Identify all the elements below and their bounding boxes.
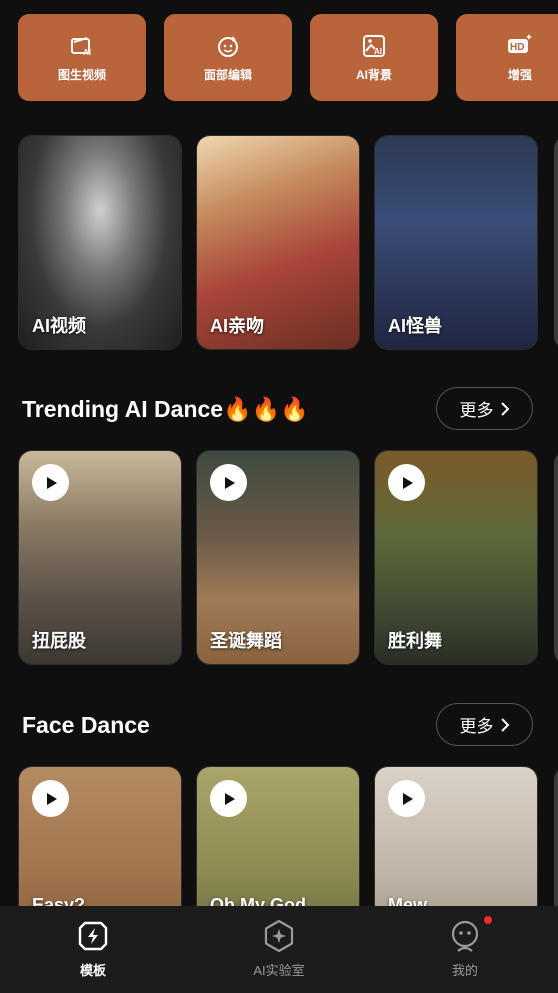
tool-strip: AI 图生视频 面部编辑 AI AI背景 HD 增强 <box>18 14 558 102</box>
nav-item-templates[interactable]: 模板 <box>0 906 186 993</box>
play-icon <box>224 792 235 805</box>
svg-text:AI: AI <box>374 47 382 56</box>
face-dance-section-title: Face Dance <box>22 712 150 738</box>
card-caption: Oh My God <box>210 895 306 906</box>
face-dance-card[interactable]: Easy? <box>18 766 182 906</box>
next-card-peek <box>554 766 558 906</box>
card-caption: 胜利舞 <box>388 631 442 651</box>
nav-label: 我的 <box>451 963 478 978</box>
card-caption: AI怪兽 <box>388 316 442 336</box>
play-button[interactable] <box>210 780 247 817</box>
play-icon <box>46 476 57 489</box>
trending-section-title: Trending AI Dance🔥🔥🔥 <box>22 396 309 422</box>
trending-card[interactable]: 圣诞舞蹈 <box>196 450 360 665</box>
notification-badge <box>483 916 492 924</box>
hd-enhance-icon: HD <box>508 33 532 53</box>
tool-face-edit-button[interactable]: 面部编辑 <box>164 14 292 101</box>
tool-label: 增强 <box>507 67 532 82</box>
featured-card-ai-monster[interactable]: AI怪兽 <box>374 135 538 350</box>
trending-more-button[interactable]: 更多 <box>436 387 533 430</box>
face-dance-card[interactable]: Mew <box>374 766 538 906</box>
trending-card[interactable]: 扭屁股 <box>18 450 182 665</box>
image-to-video-icon: AI <box>71 36 91 57</box>
card-caption: 圣诞舞蹈 <box>210 631 282 651</box>
tool-label: AI背景 <box>355 67 392 82</box>
play-button[interactable] <box>32 780 69 817</box>
chevron-right-icon <box>500 717 509 732</box>
svg-text:AI: AI <box>83 48 91 57</box>
trending-card[interactable]: 胜利舞 <box>374 450 538 665</box>
play-button[interactable] <box>32 464 69 501</box>
ai-lab-icon <box>264 919 294 953</box>
card-caption: 扭屁股 <box>32 631 86 651</box>
tool-label: 图生视频 <box>57 67 106 82</box>
featured-card-ai-kiss[interactable]: AI亲吻 <box>196 135 360 350</box>
trending-row: 扭屁股 圣诞舞蹈 胜利舞 <box>18 450 558 665</box>
tool-hd-enhance-button[interactable]: HD 增强 <box>456 14 558 101</box>
card-caption: Easy? <box>32 895 86 906</box>
featured-row: AI视频 AI亲吻 AI怪兽 <box>18 135 558 350</box>
face-dance-more-button[interactable]: 更多 <box>436 703 533 746</box>
play-button[interactable] <box>388 780 425 817</box>
tool-image-to-video-button[interactable]: AI 图生视频 <box>18 14 146 101</box>
next-card-peek <box>554 450 558 665</box>
face-dance-card[interactable]: Oh My God <box>196 766 360 906</box>
tool-label: 面部编辑 <box>203 67 252 82</box>
featured-card-ai-video[interactable]: AI视频 <box>18 135 182 350</box>
bottom-nav: 模板 AI实验室 我的 <box>0 906 558 993</box>
ai-background-icon: AI <box>363 34 385 57</box>
profile-icon <box>451 920 479 952</box>
more-label: 更多 <box>459 401 494 420</box>
chevron-right-icon <box>500 401 509 416</box>
nav-item-ai-lab[interactable]: AI实验室 <box>186 906 372 993</box>
card-caption: AI视频 <box>32 316 86 336</box>
tool-ai-background-button[interactable]: AI AI背景 <box>310 14 438 101</box>
play-button[interactable] <box>210 464 247 501</box>
template-icon <box>78 921 108 951</box>
card-caption: Mew <box>388 895 428 906</box>
play-icon <box>402 476 413 489</box>
face-edit-icon <box>218 35 238 57</box>
more-label: 更多 <box>459 717 494 736</box>
face-dance-row: Easy? Oh My God Mew <box>18 766 558 906</box>
nav-item-profile[interactable]: 我的 <box>372 906 558 993</box>
nav-label: AI实验室 <box>253 963 305 978</box>
play-icon <box>224 476 235 489</box>
next-card-peek <box>554 135 558 350</box>
nav-label: 模板 <box>79 963 106 978</box>
card-caption: AI亲吻 <box>210 316 264 336</box>
play-button[interactable] <box>388 464 425 501</box>
play-icon <box>402 792 413 805</box>
svg-text:HD: HD <box>510 42 524 53</box>
play-icon <box>46 792 57 805</box>
